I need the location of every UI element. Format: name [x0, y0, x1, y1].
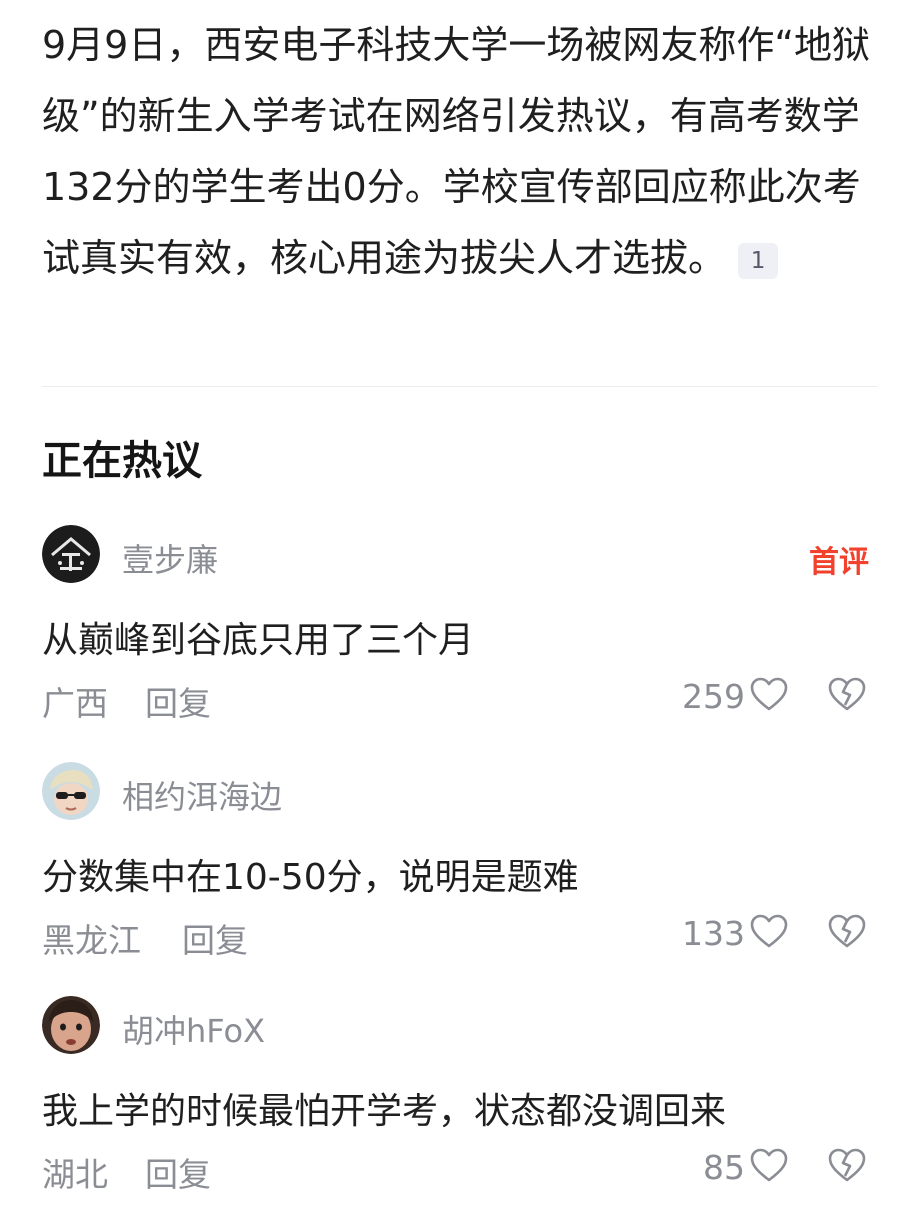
comment-text: 分数集中在10-50分，说明是题难: [42, 857, 579, 898]
like-count: 85: [703, 1148, 745, 1187]
avatar[interactable]: [42, 996, 100, 1054]
comment-meta: 湖北 回复 85: [42, 1146, 877, 1194]
reply-button[interactable]: 回复: [145, 1148, 211, 1196]
heart-outline-icon[interactable]: [749, 675, 789, 715]
username[interactable]: 相约洱海边: [122, 772, 282, 818]
section-title: 正在热议: [42, 438, 202, 484]
broken-heart-icon[interactable]: [827, 912, 867, 952]
username[interactable]: 胡冲hFoX: [122, 1006, 265, 1052]
comment-text: 从巅峰到谷底只用了三个月: [42, 620, 475, 661]
avatar[interactable]: [42, 525, 100, 583]
location-label: 湖北: [42, 1155, 108, 1194]
broken-heart-icon[interactable]: [827, 1146, 867, 1186]
comment-item: 胡冲hFoX 我上学的时候最怕开学考，状态都没调回来 湖北 回复 85: [42, 996, 877, 1216]
article-body: 9月9日，西安电子科技大学一场被网友称作“地狱级”的新生入学考试在网络引发热议，…: [42, 10, 882, 294]
username[interactable]: 壹步廉: [122, 535, 218, 581]
divider: [42, 386, 877, 387]
heart-outline-icon[interactable]: [749, 912, 789, 952]
like-count: 133: [682, 914, 745, 953]
heart-outline-icon[interactable]: [749, 1146, 789, 1186]
reply-button[interactable]: 回复: [145, 677, 211, 725]
comment-meta: 广西 回复 259: [42, 675, 877, 723]
reply-button[interactable]: 回复: [182, 914, 248, 962]
avatar[interactable]: [42, 762, 100, 820]
article-text: 9月9日，西安电子科技大学一场被网友称作“地狱级”的新生入学考试在网络引发热议，…: [42, 23, 871, 280]
broken-heart-icon[interactable]: [827, 675, 867, 715]
comment-meta: 黑龙江 回复 133: [42, 912, 877, 960]
location-label: 广西: [42, 684, 108, 723]
like-count: 259: [682, 677, 745, 716]
first-comment-badge: 首评: [809, 545, 869, 580]
comment-item: 相约洱海边 分数集中在10-50分，说明是题难 黑龙江 回复 133: [42, 762, 877, 982]
comment-item: 壹步廉 首评 从巅峰到谷底只用了三个月 广西 回复 259: [42, 525, 877, 745]
location-label: 黑龙江: [42, 921, 141, 960]
comment-text: 我上学的时候最怕开学考，状态都没调回来: [42, 1091, 727, 1132]
reference-badge[interactable]: 1: [738, 242, 779, 279]
